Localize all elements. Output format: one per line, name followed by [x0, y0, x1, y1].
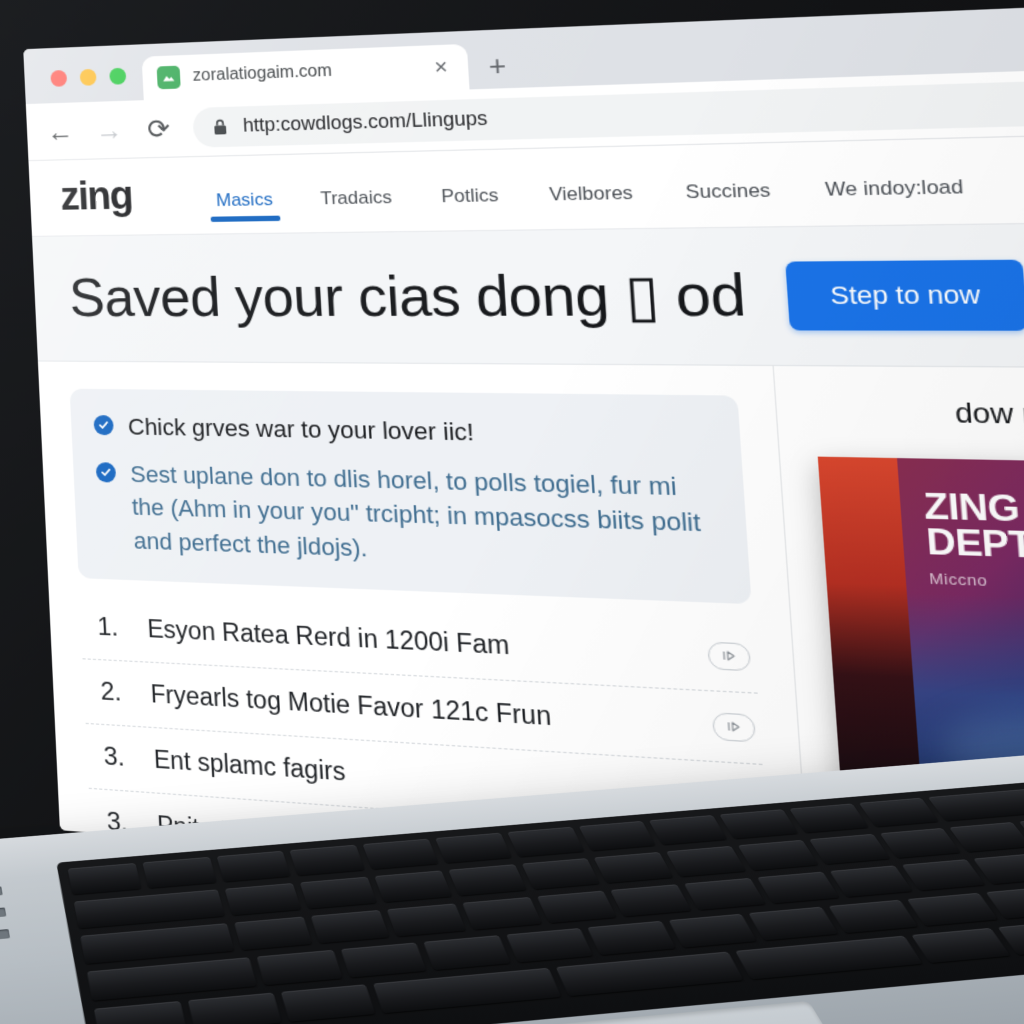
key: [666, 845, 747, 877]
key: [362, 838, 439, 870]
key: [67, 863, 142, 895]
right-panel-title: dow net ol bone: [953, 397, 1024, 433]
key: [289, 844, 366, 876]
key: [858, 797, 939, 827]
key: [906, 892, 998, 927]
album-title-line2: DEPTIG: [924, 521, 1024, 568]
key: [310, 909, 390, 944]
nav-item-masics[interactable]: Masics: [216, 189, 275, 234]
reload-icon[interactable]: ⟳: [142, 112, 175, 144]
callout-text: Chick grves war to your lover iic!: [127, 413, 475, 446]
key: [448, 864, 527, 896]
tab-title: zoralatiogaim.com: [192, 62, 333, 85]
key: [234, 916, 313, 951]
key: [73, 889, 226, 929]
port: [0, 886, 3, 898]
minimize-window-button[interactable]: [79, 68, 97, 86]
nav-item-vielbores[interactable]: Vielbores: [549, 182, 635, 230]
key: [879, 827, 961, 859]
key: [505, 928, 594, 963]
key: [757, 871, 840, 904]
album-title: ZING DEPTIG Miccno: [922, 486, 1024, 592]
key: [506, 826, 585, 857]
forward-icon[interactable]: →: [93, 114, 125, 146]
list-item-label: Fryearls tog Motie Favor 121c Frun: [150, 680, 553, 732]
key: [737, 839, 819, 871]
key: [927, 786, 1024, 821]
key: [668, 913, 758, 948]
key: [684, 877, 766, 911]
key: [93, 1001, 188, 1024]
key: [808, 833, 890, 865]
nav-item-tradaics[interactable]: Tradaics: [320, 186, 394, 232]
side-ports: [0, 886, 11, 941]
key: [216, 850, 291, 882]
site-logo[interactable]: zing: [59, 174, 133, 220]
key: [461, 897, 542, 930]
key: [536, 890, 618, 924]
key: [80, 923, 235, 964]
list-item-label: Esyon Ratea Rerd in 1200i Fam: [146, 615, 511, 661]
key: [829, 865, 913, 898]
url-text: http:cowdlogs.com/Llingups: [242, 107, 489, 136]
key: [748, 906, 839, 941]
page-title: Saved your cias dong ▯ od: [67, 263, 748, 330]
hero-section: Saved your cias dong ▯ od Step to now: [32, 219, 1024, 370]
list-item-number: 2.: [99, 677, 123, 707]
close-window-button[interactable]: [50, 69, 68, 87]
key: [649, 815, 728, 845]
key: [280, 984, 376, 1022]
callout-box: Chick grves war to your lover iic! Sest …: [69, 388, 752, 605]
key: [521, 858, 601, 890]
key: [828, 899, 919, 934]
key: [901, 859, 985, 891]
play-pill-icon[interactable]: [707, 641, 752, 672]
check-circle-icon: [95, 462, 117, 483]
check-circle-icon: [93, 415, 114, 436]
maximize-window-button[interactable]: [109, 67, 127, 85]
list-item-number: 3.: [103, 741, 126, 773]
key: [86, 957, 258, 1001]
key: [423, 935, 511, 971]
key: [587, 920, 676, 956]
key: [187, 992, 282, 1024]
image-icon: [156, 65, 181, 90]
key: [374, 870, 452, 903]
port: [0, 907, 7, 919]
key: [578, 820, 656, 851]
back-icon[interactable]: ←: [45, 115, 77, 146]
waveform-graphic: [901, 580, 1024, 780]
key: [555, 951, 744, 997]
key: [735, 935, 923, 980]
close-icon[interactable]: ×: [429, 55, 453, 79]
key: [142, 856, 217, 889]
lock-icon: [212, 118, 229, 135]
nav-item-potlics[interactable]: Potlics: [441, 184, 501, 231]
callout-text: Sest uplane don to dlis horel, to polls …: [129, 461, 702, 562]
key: [340, 942, 427, 978]
window-controls[interactable]: [44, 67, 144, 103]
nav-item-succines[interactable]: Succines: [685, 179, 773, 228]
photo-scene: zoralatiogaim.com × + ← → ⟳ http:cowdlog…: [0, 0, 1024, 1024]
key: [949, 822, 1024, 853]
key: [911, 927, 1011, 964]
list-item-number: 1.: [96, 612, 119, 643]
key: [299, 876, 377, 909]
step-to-now-button[interactable]: Step to now: [785, 259, 1024, 331]
key: [386, 903, 467, 937]
key: [435, 832, 512, 864]
callout-item: Sest uplane don to dlis horel, to polls …: [95, 457, 720, 577]
key: [610, 884, 692, 917]
new-tab-button[interactable]: +: [467, 49, 528, 89]
key: [225, 883, 302, 916]
key: [789, 803, 869, 833]
port: [0, 929, 11, 941]
key: [256, 949, 343, 986]
key: [719, 809, 799, 839]
callout-item: Chick grves war to your lover iic!: [93, 410, 712, 454]
nav-item-we-indoy-load[interactable]: We indoy:load: [825, 175, 967, 226]
key: [372, 967, 562, 1014]
key: [593, 851, 674, 884]
play-pill-icon[interactable]: [711, 712, 757, 743]
